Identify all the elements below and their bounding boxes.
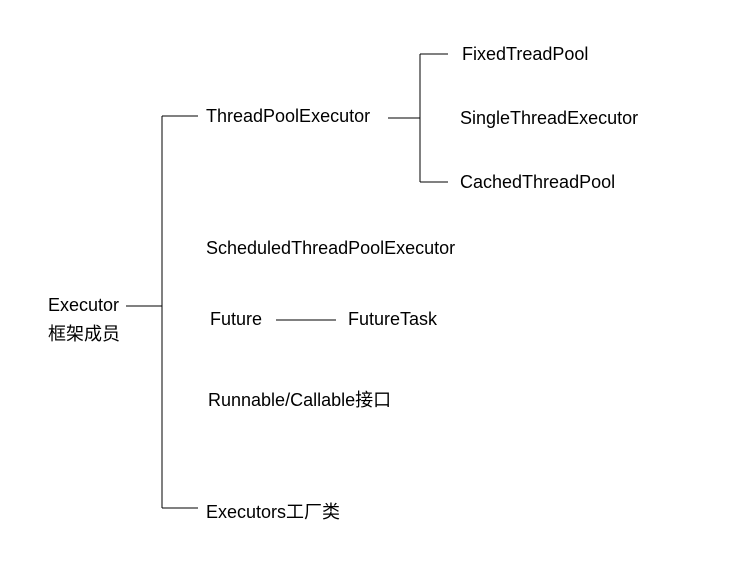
node-runnable-callable: Runnable/Callable接口: [208, 386, 391, 412]
node-scheduledthreadpoolexecutor: ScheduledThreadPoolExecutor: [206, 238, 455, 259]
node-singlethreadexecutor: SingleThreadExecutor: [460, 108, 638, 129]
connector-lines: [0, 0, 729, 566]
node-fixedtreadpool: FixedTreadPool: [462, 44, 588, 65]
node-future: Future: [210, 309, 262, 330]
root-label-line1: Executor: [48, 295, 120, 316]
node-executors-factory: Executors工厂类: [206, 498, 340, 524]
root-node: Executor 框架成员: [48, 295, 120, 346]
node-cachedthreadpool: CachedThreadPool: [460, 172, 615, 193]
root-label-line2: 框架成员: [48, 320, 120, 346]
node-threadpoolexecutor: ThreadPoolExecutor: [206, 106, 370, 127]
node-futuretask: FutureTask: [348, 309, 437, 330]
